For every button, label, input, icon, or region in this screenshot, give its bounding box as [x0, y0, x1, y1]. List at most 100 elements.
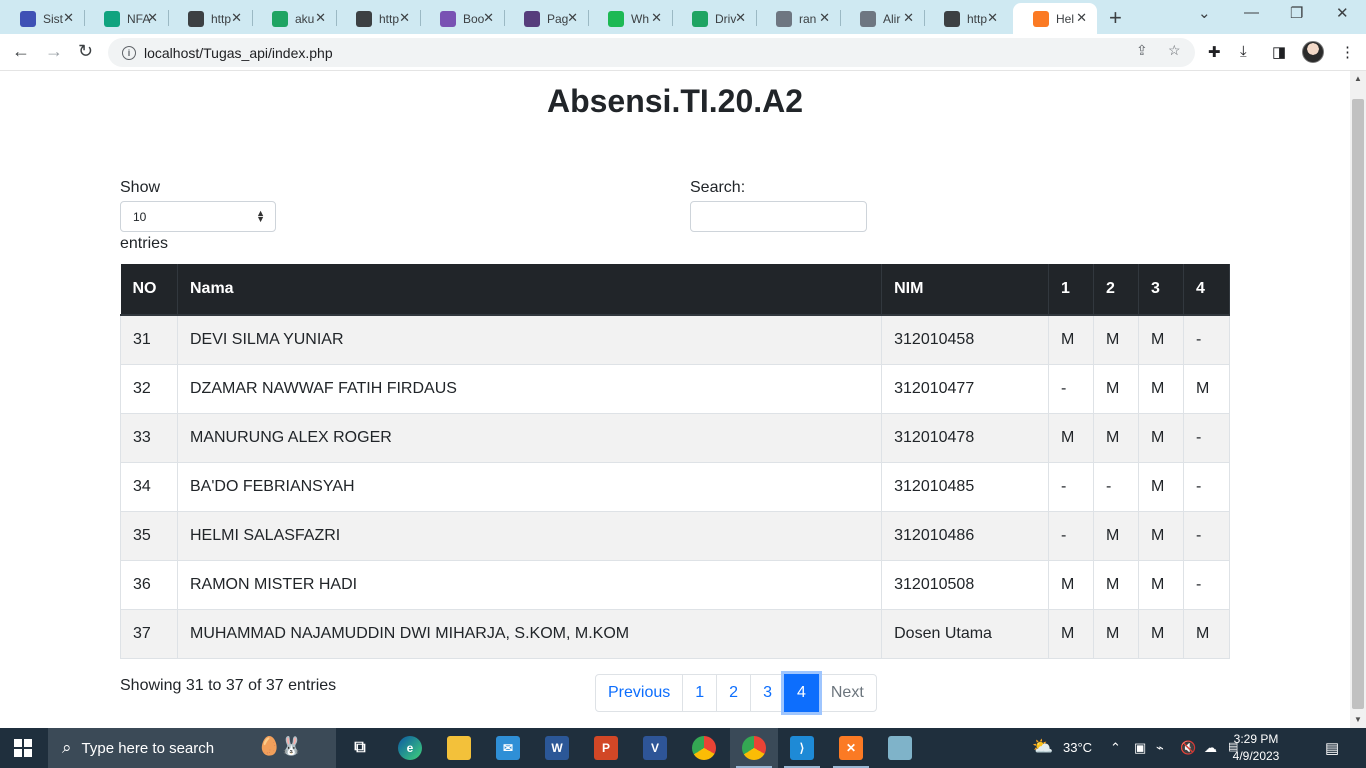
openai-icon: [104, 10, 120, 27]
word-icon[interactable]: W: [545, 736, 569, 760]
table-cell: M: [1093, 609, 1139, 659]
bookmark-star-icon[interactable]: ☆: [1168, 42, 1181, 59]
browser-tab[interactable]: NFA ✕: [84, 3, 168, 34]
tab-separator: [672, 10, 673, 26]
browser-tab[interactable]: Hel ✕: [1013, 3, 1097, 34]
tab-close-icon[interactable]: ✕: [147, 10, 158, 26]
pagination-page-2[interactable]: 2: [716, 674, 752, 712]
tab-close-icon[interactable]: ✕: [903, 10, 914, 26]
vscode-icon[interactable]: ⟩: [790, 736, 814, 760]
tab-close-icon[interactable]: ✕: [315, 10, 326, 26]
tab-close-icon[interactable]: ✕: [63, 10, 74, 26]
column-header[interactable]: Nama: [177, 264, 883, 316]
file-explorer-icon[interactable]: [447, 736, 471, 760]
address-bar[interactable]: i localhost/Tugas_api/index.php: [108, 38, 1195, 67]
tab-close-icon[interactable]: ✕: [567, 10, 578, 26]
pagination-next-button[interactable]: Next: [817, 674, 877, 712]
powerpoint-icon[interactable]: P: [594, 736, 618, 760]
side-panel-icon[interactable]: ◨: [1272, 43, 1286, 61]
pagination-page-4[interactable]: 4: [783, 674, 819, 712]
chrome-active-icon[interactable]: [742, 736, 766, 760]
taskbar-clock[interactable]: 3:29 PM 4/9/2023: [1226, 731, 1286, 765]
mail-icon[interactable]: ✉: [496, 736, 520, 760]
xampp-icon[interactable]: ✕: [839, 736, 863, 760]
column-header[interactable]: NO: [120, 264, 178, 316]
tab-close-icon[interactable]: ✕: [651, 10, 662, 26]
column-header[interactable]: NIM: [881, 264, 1050, 316]
browser-tab[interactable]: http ✕: [168, 3, 252, 34]
pagination-previous-button[interactable]: Previous: [595, 674, 684, 712]
column-header[interactable]: 3: [1138, 264, 1184, 316]
scroll-down-arrow-icon[interactable]: ▼: [1354, 715, 1362, 724]
tab-search-icon[interactable]: ⌄: [1198, 4, 1211, 22]
start-windows-icon[interactable]: [14, 739, 32, 757]
onedrive-cloud-icon[interactable]: ☁: [1204, 740, 1217, 756]
tab-close-icon[interactable]: ✕: [819, 10, 830, 26]
xampp-icon: [1033, 10, 1049, 27]
power-plug-icon[interactable]: ⌁: [1156, 740, 1164, 756]
weather-cloud-icon[interactable]: ⛅: [1032, 737, 1053, 757]
browser-tab[interactable]: Alir ✕: [840, 3, 924, 34]
browser-tab[interactable]: ran ✕: [756, 3, 840, 34]
bootstrap-icon: [440, 10, 456, 27]
scroll-up-arrow-icon[interactable]: ▲: [1354, 74, 1362, 83]
browser-tab[interactable]: http ✕: [924, 3, 1008, 34]
meet-now-icon[interactable]: ▣: [1134, 740, 1146, 756]
taskbar-search-box[interactable]: ⌕ Type here to search 🥚🐰: [48, 728, 336, 768]
browser-tab[interactable]: http ✕: [336, 3, 420, 34]
extensions-puzzle-icon[interactable]: ✚: [1208, 43, 1221, 61]
table-info: Showing 31 to 37 of 37 entries: [120, 677, 337, 694]
forward-arrow-icon[interactable]: →: [45, 41, 63, 62]
pagination-page-3[interactable]: 3: [750, 674, 785, 712]
table-cell: 312010508: [881, 560, 1050, 610]
column-header[interactable]: 1: [1048, 264, 1095, 316]
table-row: 33 MANURUNG ALEX ROGER 312010478 M M M -: [120, 413, 1231, 463]
scrollbar-thumb[interactable]: [1352, 99, 1364, 709]
tab-separator: [420, 10, 421, 26]
close-window-button[interactable]: ✕: [1336, 4, 1349, 22]
table-cell: 34: [120, 462, 178, 512]
search-input[interactable]: [690, 201, 867, 232]
browser-tab[interactable]: Driv ✕: [672, 3, 756, 34]
profile-avatar[interactable]: [1302, 41, 1324, 63]
notepad-icon[interactable]: [888, 736, 912, 760]
tab-close-icon[interactable]: ✕: [231, 10, 242, 26]
notification-center-icon[interactable]: ▤: [1325, 739, 1339, 757]
tab-close-icon[interactable]: ✕: [987, 10, 998, 26]
github-icon: [776, 10, 792, 27]
edge-icon[interactable]: e: [398, 736, 422, 760]
new-tab-button[interactable]: +: [1109, 5, 1122, 31]
browser-toolbar: ← → ↻ i localhost/Tugas_api/index.php ⇪ …: [0, 34, 1366, 71]
browser-tab[interactable]: Pag ✕: [504, 3, 588, 34]
download-icon[interactable]: ⤓: [1240, 43, 1247, 60]
reload-icon[interactable]: ↻: [78, 41, 93, 62]
chrome-icon[interactable]: [692, 736, 716, 760]
browser-tab[interactable]: Wh ✕: [588, 3, 672, 34]
tab-close-icon[interactable]: ✕: [735, 10, 746, 26]
table-cell: 37: [120, 609, 178, 659]
share-icon[interactable]: ⇪: [1136, 42, 1148, 59]
column-header[interactable]: 2: [1093, 264, 1139, 316]
weather-temperature[interactable]: 33°C: [1063, 740, 1092, 755]
tab-close-icon[interactable]: ✕: [399, 10, 410, 26]
menu-kebab-icon[interactable]: ⋮: [1340, 43, 1355, 61]
browser-tab[interactable]: Sist ✕: [0, 3, 84, 34]
page-scrollbar[interactable]: ▲ ▼: [1350, 71, 1366, 728]
volume-muted-icon[interactable]: 🔇: [1180, 740, 1196, 756]
task-view-icon[interactable]: ⧉: [348, 736, 372, 760]
show-hidden-icons-chevron-icon[interactable]: ⌃: [1110, 740, 1121, 756]
visio-icon[interactable]: V: [643, 736, 667, 760]
column-header[interactable]: 4: [1183, 264, 1231, 316]
tab-close-icon[interactable]: ✕: [483, 10, 494, 26]
pagination-page-1[interactable]: 1: [682, 674, 718, 712]
browser-tab[interactable]: aku ✕: [252, 3, 336, 34]
browser-tab[interactable]: Boo ✕: [420, 3, 504, 34]
table-cell: 35: [120, 511, 178, 561]
maximize-button[interactable]: ❐: [1290, 4, 1303, 22]
back-arrow-icon[interactable]: ←: [12, 41, 30, 62]
site-info-icon[interactable]: i: [122, 45, 136, 60]
entries-per-page-select[interactable]: 10 ▲ ▼: [120, 201, 276, 232]
table-row: 35 HELMI SALASFAZRI 312010486- M M -: [120, 511, 1231, 561]
minimize-button[interactable]: —: [1244, 4, 1259, 21]
tab-close-icon[interactable]: ✕: [1076, 10, 1087, 26]
